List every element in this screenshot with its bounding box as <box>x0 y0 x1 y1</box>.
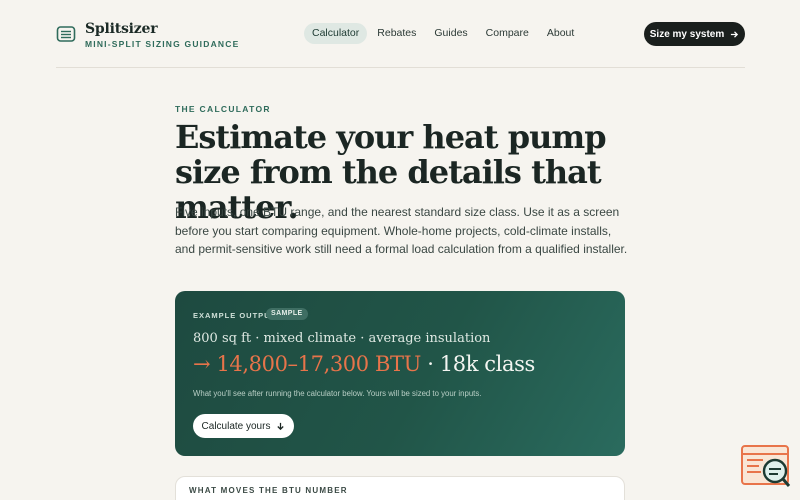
btu-factors-card: WHAT MOVES THE BTU NUMBER <box>175 476 625 500</box>
example-output-card: EXAMPLE OUTPUT SAMPLE 800 sq ft · mixed … <box>175 291 625 456</box>
arrow-right-icon <box>731 30 739 38</box>
btu-factors-heading: WHAT MOVES THE BTU NUMBER <box>189 486 348 495</box>
sample-badge: SAMPLE <box>266 308 308 320</box>
brand-name[interactable]: Splitsizer <box>85 21 158 37</box>
calculate-yours-label: Calculate yours <box>201 420 271 432</box>
cta-label: Size my system <box>649 28 725 40</box>
intro-paragraph: Five inputs, one BTU range, and the near… <box>175 205 628 256</box>
nav-item-rebates[interactable]: Rebates <box>369 23 424 44</box>
main-nav: Calculator Rebates Guides Compare About <box>304 23 584 45</box>
header-divider <box>56 67 745 68</box>
example-note: What you'll see after running the calcul… <box>193 389 482 398</box>
help-chat-widget[interactable] <box>741 445 791 489</box>
nav-item-compare[interactable]: Compare <box>478 23 537 44</box>
brand-tagline: MINI-SPLIT SIZING GUIDANCE <box>85 39 240 49</box>
nav-item-guides[interactable]: Guides <box>426 23 475 44</box>
section-eyebrow: THE CALCULATOR <box>175 104 271 114</box>
size-my-system-button[interactable]: Size my system <box>644 22 745 46</box>
chat-search-icon <box>741 445 791 487</box>
example-result: → 14,800–17,300 BTU · 18k class <box>193 352 535 376</box>
arrow-down-icon <box>277 422 285 430</box>
menu-lines-icon[interactable] <box>56 24 76 44</box>
example-scenario: 800 sq ft · mixed climate · average insu… <box>193 331 491 346</box>
nav-item-about[interactable]: About <box>539 23 582 44</box>
result-size-class: 18k class <box>439 352 535 376</box>
result-btu-range: → 14,800–17,300 BTU <box>193 352 421 376</box>
site-header: Splitsizer MINI-SPLIT SIZING GUIDANCE Ca… <box>56 20 745 49</box>
calculate-yours-button[interactable]: Calculate yours <box>193 414 294 438</box>
result-separator: · <box>420 352 440 376</box>
example-output-label: EXAMPLE OUTPUT <box>193 311 277 320</box>
nav-item-calculator[interactable]: Calculator <box>304 23 368 44</box>
